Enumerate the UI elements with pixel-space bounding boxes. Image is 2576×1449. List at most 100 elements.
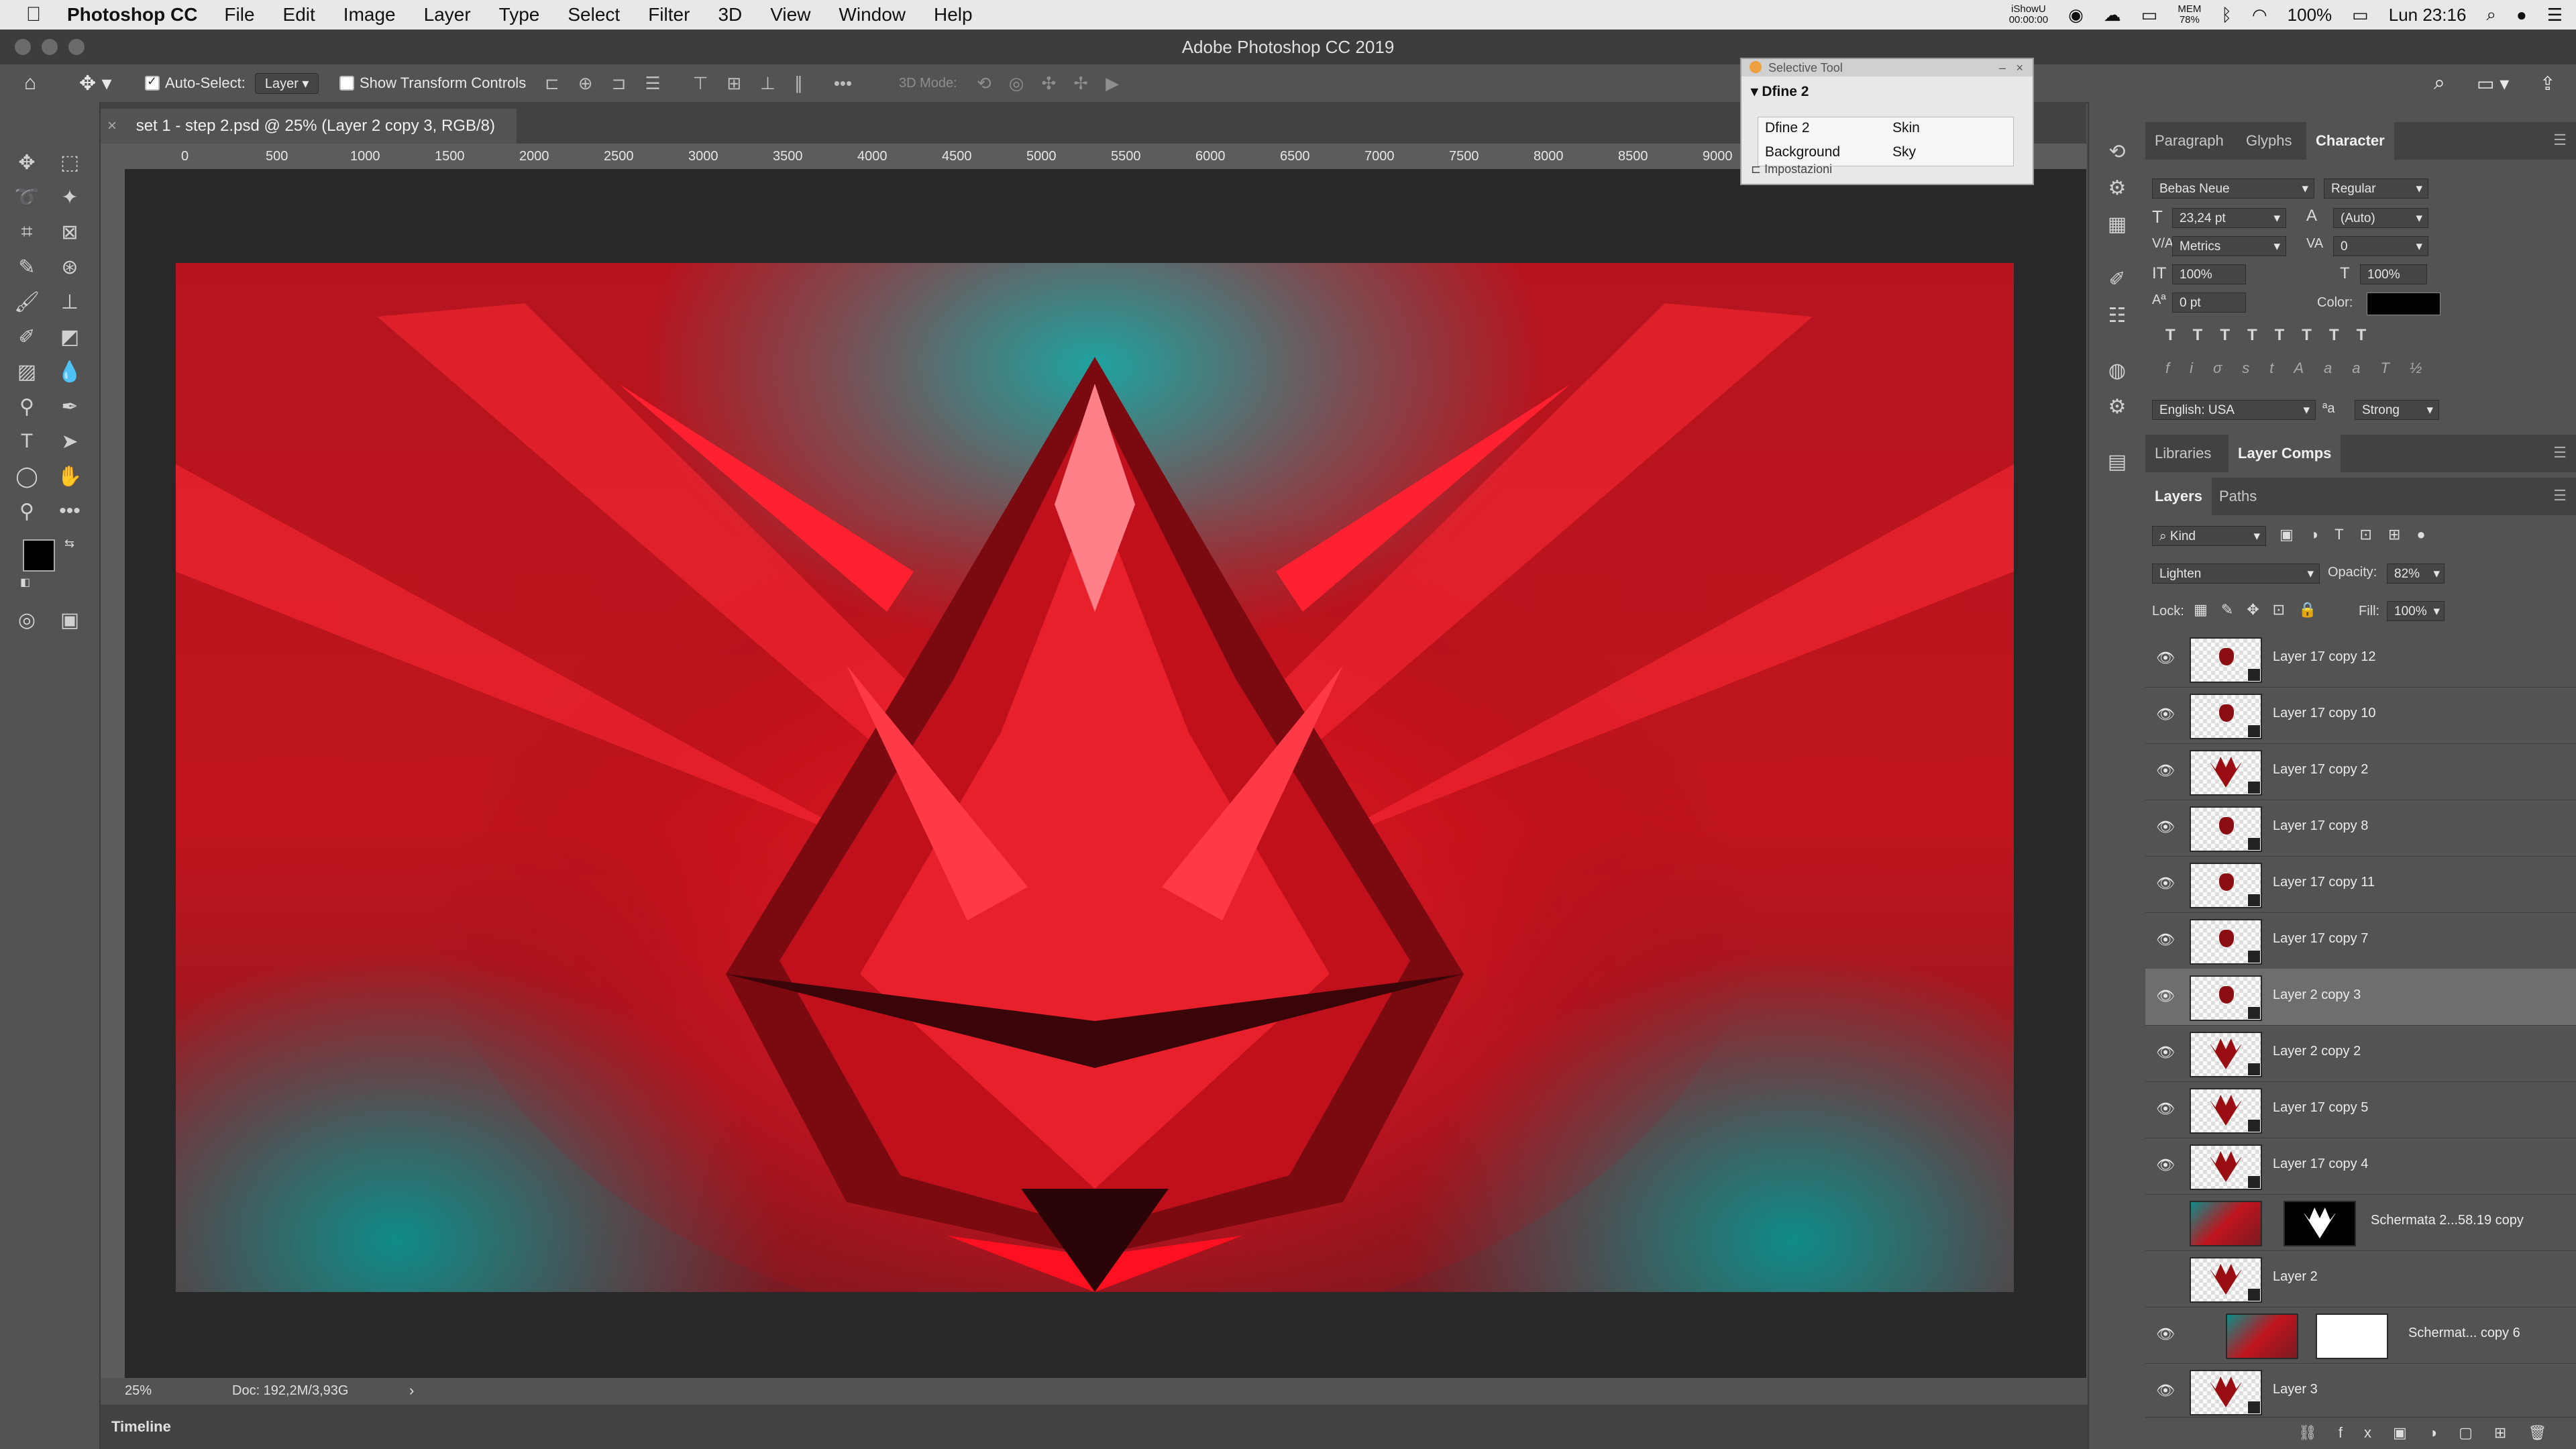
- align-right-icon[interactable]: ⊐: [612, 73, 627, 94]
- move-tool-icon[interactable]: ✥: [9, 146, 44, 178]
- layer-mask-thumbnail[interactable]: [2316, 1313, 2388, 1359]
- tab-layers[interactable]: Layers: [2145, 478, 2212, 515]
- layer-visibility-eye-icon[interactable]: 👁: [2156, 1044, 2175, 1061]
- lock-buttons[interactable]: ▦✎✥⊡🔒: [2194, 601, 2330, 619]
- doc-size[interactable]: Doc: 192,2M/3,93G: [232, 1383, 348, 1399]
- layer-row[interactable]: 👁 Layer 17 copy 7: [2145, 912, 2576, 969]
- bluetooth-icon[interactable]: ᛒ: [2221, 5, 2232, 25]
- plugin-item-background[interactable]: Background: [1765, 144, 1840, 160]
- roll-3d-icon[interactable]: ◎: [1009, 73, 1024, 94]
- type-tool-icon[interactable]: T: [9, 425, 44, 458]
- layer-row[interactable]: Layer 2: [2145, 1250, 2576, 1307]
- distribute-vertical-icon[interactable]: ∥: [794, 73, 803, 94]
- menu-edit[interactable]: Edit: [283, 4, 315, 25]
- tab-paragraph[interactable]: Paragraph: [2145, 122, 2233, 160]
- layer-visibility-eye-icon[interactable]: 👁: [2156, 1326, 2175, 1343]
- menu-3d[interactable]: 3D: [718, 4, 742, 25]
- plugin-panel-icon[interactable]: ▤: [2100, 445, 2135, 478]
- selective-tool-header[interactable]: Selective Tool – ×: [1741, 59, 2033, 76]
- layer-visibility-eye-icon[interactable]: 👁: [2156, 1157, 2175, 1174]
- layer-visibility-eye-icon[interactable]: 👁: [2156, 706, 2175, 723]
- font-family-select[interactable]: Bebas Neue ▾: [2152, 178, 2314, 199]
- align-top-icon[interactable]: ⊤: [693, 73, 708, 94]
- battery-percent[interactable]: 100%: [2288, 5, 2332, 25]
- layer-visibility-eye-icon[interactable]: 👁: [2156, 931, 2175, 949]
- tab-libraries[interactable]: Libraries: [2145, 435, 2220, 472]
- timeline-tab[interactable]: Timeline: [111, 1418, 171, 1436]
- layer-footer-buttons[interactable]: ⛓fx▣◑▢⊞🗑: [2298, 1424, 2568, 1442]
- tracking-field[interactable]: 0 ▾: [2333, 236, 2428, 256]
- kerning-field[interactable]: Metrics ▾: [2172, 236, 2286, 256]
- auto-select-checkbox[interactable]: [145, 74, 160, 91]
- selective-settings[interactable]: ⊏ Impostazioni: [1751, 162, 1832, 176]
- menu-type[interactable]: Type: [499, 4, 540, 25]
- tab-glyphs[interactable]: Glyphs: [2237, 122, 2301, 160]
- layers-panel-menu-icon[interactable]: ☰: [2553, 487, 2567, 504]
- antialias-select[interactable]: Strong ▾: [2355, 400, 2439, 420]
- selective-minimize-icon[interactable]: –: [1999, 59, 2006, 76]
- path-selection-tool-icon[interactable]: ➤: [52, 425, 87, 458]
- close-window-button[interactable]: [15, 39, 31, 55]
- plugin-item-skin[interactable]: Skin: [1892, 120, 1920, 136]
- quick-mask-icon[interactable]: ◎: [9, 604, 44, 636]
- frame-tool-icon[interactable]: ⊠: [52, 216, 87, 248]
- zoom-window-button[interactable]: [68, 39, 85, 55]
- status-menu-chevron-icon[interactable]: ›: [409, 1382, 414, 1399]
- patch-tool-icon[interactable]: ⊛: [52, 251, 87, 283]
- faux-style-buttons[interactable]: TTTTTTTT: [2165, 326, 2383, 345]
- layer-row[interactable]: 👁 Layer 2 copy 2: [2145, 1025, 2576, 1082]
- adjustments-panel-icon[interactable]: ☷: [2100, 299, 2135, 331]
- magic-wand-tool-icon[interactable]: ✦: [52, 181, 87, 213]
- selective-close-icon[interactable]: ×: [2016, 59, 2023, 76]
- ishowu-status[interactable]: iShowU 00:00:00: [2009, 4, 2048, 25]
- libraries-panel-menu-icon[interactable]: ☰: [2553, 444, 2567, 462]
- opentype-buttons[interactable]: fiσstAaaT½: [2165, 360, 2442, 377]
- share-icon[interactable]: ⇪: [2540, 64, 2555, 102]
- app-menu[interactable]: Photoshop CC: [67, 4, 197, 25]
- horizontal-scale-field[interactable]: 100%: [2360, 264, 2427, 284]
- layer-row[interactable]: 👁 Layer 3: [2145, 1363, 2576, 1420]
- tab-character[interactable]: Character: [2306, 122, 2394, 160]
- layer-row[interactable]: 👁 Layer 17 copy 11: [2145, 856, 2576, 913]
- dodge-tool-icon[interactable]: ⚲: [9, 390, 44, 423]
- history-brush-tool-icon[interactable]: ✐: [9, 321, 44, 353]
- layer-row[interactable]: 👁 Layer 17 copy 5: [2145, 1081, 2576, 1138]
- history-panel-icon[interactable]: ⟲: [2100, 136, 2135, 168]
- show-transform-checkbox[interactable]: [339, 76, 354, 91]
- layer-filter-select[interactable]: ⌕ Kind ▾: [2152, 526, 2266, 546]
- tab-layer-comps[interactable]: Layer Comps: [2229, 435, 2341, 472]
- blur-tool-icon[interactable]: 💧: [52, 356, 87, 388]
- navigator-panel-icon[interactable]: ◍: [2100, 354, 2135, 386]
- font-size-field[interactable]: 23,24 pt ▾: [2172, 208, 2286, 228]
- layer-row[interactable]: 👁 Schermat... copy 6: [2145, 1307, 2576, 1364]
- character-panel-menu-icon[interactable]: ☰: [2553, 131, 2567, 149]
- menu-filter[interactable]: Filter: [648, 4, 690, 25]
- screen-mode-icon[interactable]: ▣: [52, 604, 87, 636]
- swap-colors-icon[interactable]: ⇆: [64, 537, 74, 551]
- brushes-panel-icon[interactable]: ✐: [2100, 263, 2135, 295]
- menu-help[interactable]: Help: [934, 4, 973, 25]
- zoom-level[interactable]: 25%: [125, 1383, 152, 1399]
- align-middle-icon[interactable]: ⊞: [727, 73, 741, 94]
- lasso-tool-icon[interactable]: ➰: [9, 181, 44, 213]
- zoom-tool-icon[interactable]: ⚲: [9, 495, 44, 527]
- align-center-icon[interactable]: ⊕: [578, 73, 593, 94]
- more-options-icon[interactable]: •••: [834, 73, 852, 94]
- monitor-icon[interactable]: ▭: [2141, 5, 2158, 25]
- align-left-icon[interactable]: ⊏: [545, 73, 559, 94]
- vertical-scale-field[interactable]: 100%: [2172, 264, 2246, 284]
- layer-row[interactable]: 👁 Layer 17 copy 8: [2145, 800, 2576, 857]
- align-bottom-icon[interactable]: ⊥: [760, 73, 775, 94]
- layer-visibility-eye-icon[interactable]: 👁: [2156, 649, 2175, 667]
- orbit-3d-icon[interactable]: ⟲: [977, 73, 991, 94]
- plugin-item-dfine[interactable]: Dfine 2: [1765, 120, 1810, 136]
- actions-panel-icon[interactable]: ⚙: [2100, 172, 2135, 204]
- swatches-panel-icon[interactable]: ▦: [2100, 208, 2135, 240]
- siri-icon[interactable]: ●: [2516, 5, 2527, 25]
- wifi-icon[interactable]: ◠: [2252, 5, 2267, 25]
- baseline-shift-field[interactable]: 0 pt: [2172, 292, 2246, 313]
- layer-visibility-eye-icon[interactable]: 👁: [2156, 1100, 2175, 1118]
- crop-tool-icon[interactable]: ⌗: [9, 216, 44, 248]
- workspace-icon[interactable]: ▭ ▾: [2477, 64, 2509, 102]
- search-icon[interactable]: ⌕: [2434, 64, 2445, 102]
